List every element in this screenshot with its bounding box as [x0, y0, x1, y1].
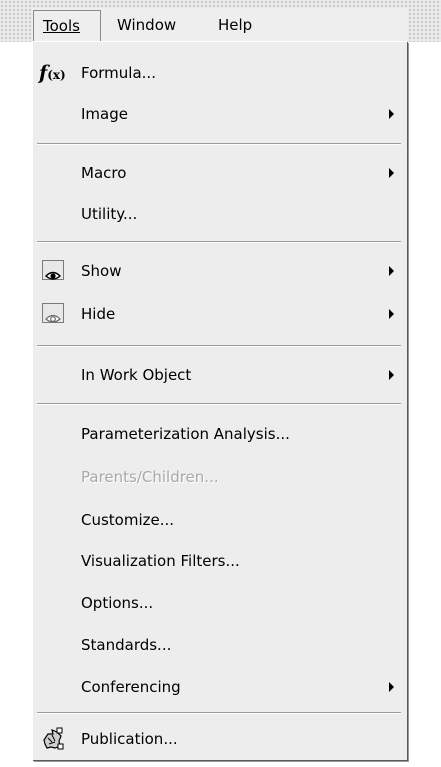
menu-item-customize[interactable]: Customize...	[33, 501, 406, 539]
chevron-right-icon	[389, 309, 394, 319]
eye-hidden-icon	[42, 303, 64, 323]
menu-item-macro[interactable]: Macro	[33, 154, 406, 192]
chevron-right-icon	[389, 168, 394, 178]
menu-item-in-work-object-label: In Work Object	[81, 366, 192, 384]
menu-item-conferencing-label: Conferencing	[81, 678, 181, 696]
tools-dropdown-menu: f(x) Formula... Image Macro Utility... S…	[32, 41, 407, 760]
menu-tools-label: Tools	[43, 17, 80, 35]
menu-tools[interactable]: Tools	[33, 10, 101, 42]
chevron-right-icon	[389, 266, 394, 276]
menu-separator	[37, 712, 401, 714]
menu-item-show[interactable]: Show	[33, 252, 406, 290]
menu-item-image[interactable]: Image	[33, 95, 406, 133]
publication-icon	[40, 726, 66, 752]
menu-item-parameterization-analysis[interactable]: Parameterization Analysis...	[33, 415, 406, 453]
menu-item-publication-label: Publication...	[81, 730, 178, 748]
eye-icon	[42, 260, 64, 280]
menu-window[interactable]: Window	[108, 10, 196, 42]
menu-item-formula-label: Formula...	[81, 64, 156, 82]
menu-item-options[interactable]: Options...	[33, 584, 406, 622]
chevron-right-icon	[389, 682, 394, 692]
menu-help-label: Help	[218, 16, 253, 34]
menu-item-parents-children-label: Parents/Children...	[81, 468, 219, 486]
menu-separator	[37, 143, 401, 145]
menu-separator	[37, 403, 401, 405]
menu-item-visualization-filters[interactable]: Visualization Filters...	[33, 542, 406, 580]
fx-icon: f(x)	[39, 62, 66, 84]
menu-separator	[37, 345, 401, 347]
menu-item-show-label: Show	[81, 262, 122, 280]
menu-window-label: Window	[117, 16, 177, 34]
menu-item-in-work-object[interactable]: In Work Object	[33, 356, 406, 394]
menu-item-conferencing[interactable]: Conferencing	[33, 668, 406, 706]
menu-item-parents-children: Parents/Children...	[33, 458, 406, 496]
chevron-right-icon	[389, 109, 394, 119]
menu-item-publication[interactable]: Publication...	[33, 720, 406, 758]
menu-item-options-label: Options...	[81, 594, 154, 612]
menu-separator	[37, 241, 401, 243]
menu-item-standards[interactable]: Standards...	[33, 626, 406, 664]
menu-item-hide-label: Hide	[81, 305, 116, 323]
menubar: Tools Window Help	[0, 0, 441, 42]
menu-item-macro-label: Macro	[81, 164, 127, 182]
menu-item-utility-label: Utility...	[81, 205, 138, 223]
menu-help[interactable]: Help	[209, 10, 269, 42]
menu-item-formula[interactable]: f(x) Formula...	[33, 54, 406, 92]
menu-item-hide[interactable]: Hide	[33, 295, 406, 333]
menu-item-standards-label: Standards...	[81, 636, 172, 654]
menu-item-visualization-filters-label: Visualization Filters...	[81, 552, 240, 570]
menu-item-customize-label: Customize...	[81, 511, 175, 529]
chevron-right-icon	[389, 370, 394, 380]
menu-item-parameterization-label: Parameterization Analysis...	[81, 425, 290, 443]
menu-item-utility[interactable]: Utility...	[33, 195, 406, 233]
menu-item-image-label: Image	[81, 105, 128, 123]
